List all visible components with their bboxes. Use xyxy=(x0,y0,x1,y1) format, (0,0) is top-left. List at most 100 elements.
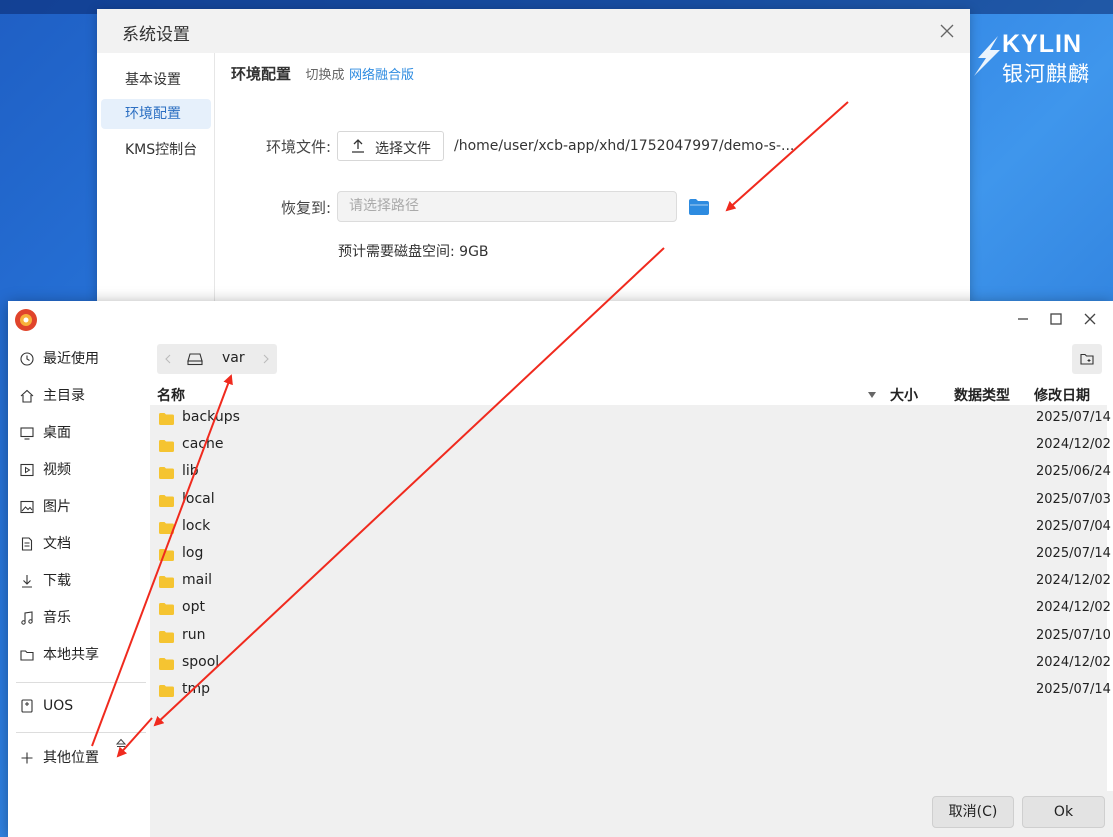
video-icon xyxy=(20,463,34,477)
column-header-modified[interactable]: 修改日期 xyxy=(1034,385,1090,405)
dialog-footer: 取消(C) Ok xyxy=(150,791,1113,837)
sidebar-divider xyxy=(16,732,146,733)
file-row[interactable]: tmp 2025/07/14 xyxy=(150,677,1111,704)
sidebar-item-music[interactable]: 音乐 xyxy=(18,605,148,631)
file-modified: 2024/12/02 xyxy=(1036,573,1111,589)
folder-icon xyxy=(159,467,174,480)
file-name: run xyxy=(182,626,206,643)
file-row[interactable]: log 2025/07/14 xyxy=(150,541,1111,568)
file-modified: 2024/12/02 xyxy=(1036,654,1111,670)
column-header-type[interactable]: 数据类型 xyxy=(954,385,1010,405)
download-icon xyxy=(22,575,32,588)
settings-titlebar: 系统设置 xyxy=(97,9,970,53)
sidebar-item-label: 本地共享 xyxy=(43,647,99,663)
browse-folder-icon[interactable] xyxy=(688,197,710,217)
minimize-icon[interactable] xyxy=(1014,310,1032,328)
kylin-logo-en: KYLIN xyxy=(1002,30,1082,58)
folder-icon xyxy=(159,549,174,561)
sidebar-item-label: 其他位置 xyxy=(43,750,99,766)
sidebar-item-label: 下载 xyxy=(43,573,71,589)
sidebar-item-videos[interactable]: 视频 xyxy=(18,457,148,483)
file-row[interactable]: mail 2024/12/02 xyxy=(150,568,1111,595)
file-modified: 2025/07/14 xyxy=(1036,546,1111,561)
settings-nav: 基本设置 环境配置 KMS控制台 xyxy=(97,53,215,301)
sidebar-item-desktop[interactable]: 桌面 xyxy=(18,420,148,446)
file-name: log xyxy=(182,545,204,561)
file-row[interactable]: cache 2024/12/02 xyxy=(150,432,1111,459)
folder-icon xyxy=(20,650,34,661)
close-icon[interactable] xyxy=(1081,310,1099,328)
folder-icon xyxy=(159,494,174,507)
section-header: 环境配置 切换成 网络融合版 xyxy=(231,63,414,84)
settings-title: 系统设置 xyxy=(122,25,190,45)
nav-item-kms[interactable]: KMS控制台 xyxy=(101,135,211,165)
cancel-button[interactable]: 取消(C) xyxy=(932,796,1014,828)
chevron-left-icon[interactable] xyxy=(163,352,173,366)
file-list: backups 2025/07/14 cache 2024/12/02 lib 2025/… xyxy=(150,405,1111,791)
folder-icon xyxy=(159,630,174,643)
restore-label: 恢复到: xyxy=(280,199,331,217)
file-row[interactable]: local 2025/07/03 xyxy=(150,487,1111,514)
nav-item-environment[interactable]: 环境配置 xyxy=(101,99,211,129)
folder-icon xyxy=(159,603,174,616)
file-modified: 2025/07/04 xyxy=(1036,518,1111,534)
file-browser-main: var 名称 大小 数据类型 修改日期 backups 2025/07/14 cac… xyxy=(150,337,1111,791)
sidebar-item-label: 桌面 xyxy=(43,425,71,441)
new-folder-icon xyxy=(1080,353,1094,365)
kylin-logo: KYLIN 银河麒麟 xyxy=(972,30,1113,90)
file-row[interactable]: backups 2025/07/14 xyxy=(150,405,1111,432)
file-modified: 2025/06/24 xyxy=(1036,464,1111,480)
sidebar-item-label: 音乐 xyxy=(43,610,71,626)
sidebar-item-other-locations[interactable]: 其他位置 xyxy=(18,745,148,771)
path-segment-var[interactable]: var xyxy=(222,350,245,366)
env-file-label: 环境文件: xyxy=(265,138,331,156)
file-modified: 2025/07/10 xyxy=(1036,627,1111,643)
ok-button[interactable]: Ok xyxy=(1022,796,1105,828)
switch-edition-link[interactable]: 网络融合版 xyxy=(349,68,414,83)
sidebar-item-recent[interactable]: 最近使用 xyxy=(18,346,148,372)
maximize-icon[interactable] xyxy=(1047,310,1065,328)
file-chooser-dialog: 最近使用 主目录 桌面 视频 图片 文档 下载 音乐 本地共享 UOS 其他位置… xyxy=(8,301,1113,837)
section-title: 环境配置 xyxy=(231,65,292,83)
path-bar: var xyxy=(157,344,277,374)
folder-icon xyxy=(159,521,174,534)
sidebar-item-home[interactable]: 主目录 xyxy=(18,383,148,409)
sidebar-item-documents[interactable]: 文档 xyxy=(18,531,148,557)
column-header-size[interactable]: 大小 xyxy=(890,385,918,405)
restore-path-input[interactable]: 请选择路径 xyxy=(337,191,677,222)
new-folder-button[interactable] xyxy=(1072,344,1102,374)
folder-icon xyxy=(159,685,174,697)
file-row[interactable]: run 2025/07/10 xyxy=(150,623,1111,650)
image-icon xyxy=(20,500,34,514)
sidebar-divider xyxy=(16,682,146,683)
disk-space-estimate: 预计需要磁盘空间: 9GB xyxy=(338,244,489,260)
sidebar-item-label: UOS xyxy=(43,698,74,714)
kylin-logo-cn: 银河麒麟 xyxy=(1002,62,1090,86)
file-name: local xyxy=(182,490,215,507)
file-row[interactable]: spool 2024/12/02 xyxy=(150,650,1111,677)
file-row[interactable]: lib 2025/06/24 xyxy=(150,459,1111,486)
file-name: opt xyxy=(182,599,205,616)
file-row[interactable]: lock 2025/07/04 xyxy=(150,514,1111,541)
sidebar-item-local-share[interactable]: 本地共享 xyxy=(18,642,148,668)
choose-file-button[interactable]: 选择文件 xyxy=(337,131,444,161)
file-row[interactable]: opt 2024/12/02 xyxy=(150,595,1111,622)
column-header-name[interactable]: 名称 xyxy=(157,385,185,405)
chevron-right-icon[interactable] xyxy=(261,352,271,366)
sidebar-item-label: 视频 xyxy=(43,462,71,478)
dialog-titlebar xyxy=(8,301,1113,337)
app-icon xyxy=(15,309,37,331)
close-icon[interactable] xyxy=(937,21,957,41)
sidebar-item-downloads[interactable]: 下载 xyxy=(18,568,148,594)
folder-icon xyxy=(159,657,174,670)
settings-window: 系统设置 基本设置 环境配置 KMS控制台 环境配置 切换成 网络融合版 环境文… xyxy=(97,9,970,301)
sidebar-item-uos[interactable]: UOS xyxy=(18,693,148,719)
file-modified: 2025/07/14 xyxy=(1036,682,1111,697)
file-name: lock xyxy=(182,517,211,534)
sidebar-item-pictures[interactable]: 图片 xyxy=(18,494,148,520)
nav-item-basic[interactable]: 基本设置 xyxy=(101,65,211,95)
places-sidebar: 最近使用 主目录 桌面 视频 图片 文档 下载 音乐 本地共享 UOS 其他位置 xyxy=(8,337,150,837)
env-file-path: /home/user/xcb-app/xhd/1752047997/demo-s… xyxy=(454,138,795,154)
folder-icon xyxy=(159,440,174,453)
file-modified: 2024/12/02 xyxy=(1036,437,1111,453)
